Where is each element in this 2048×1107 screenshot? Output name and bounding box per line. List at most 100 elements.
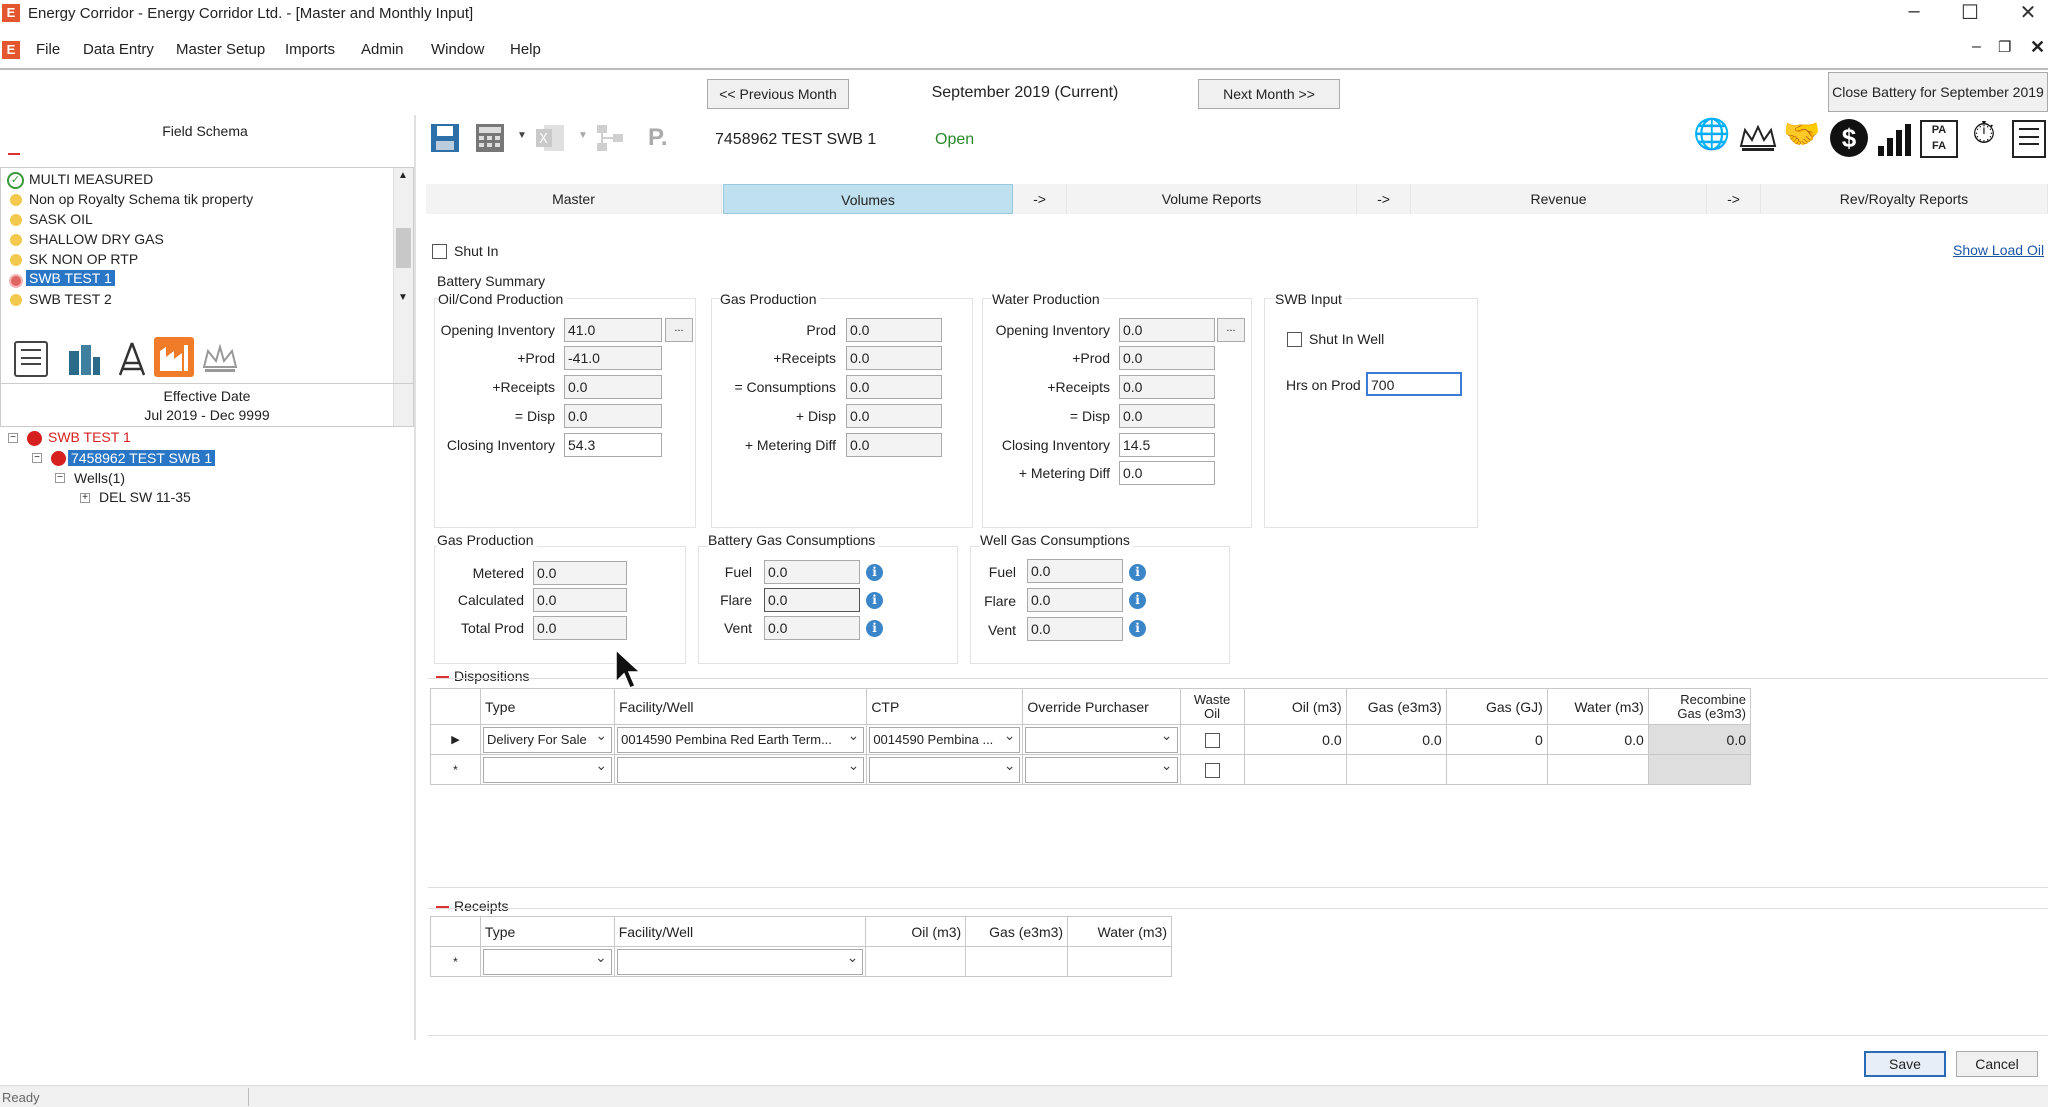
col-gas-e3m3[interactable]: Gas (e3m3)	[1345, 688, 1447, 725]
bar-chart-icon[interactable]	[1874, 120, 1914, 158]
save-disk-icon[interactable]	[429, 122, 461, 154]
wgc-flare-field[interactable]: 0.0	[1027, 588, 1123, 612]
scroll-thumb[interactable]	[396, 228, 411, 268]
type-dropdown[interactable]: Delivery For Sale	[483, 726, 613, 753]
receipts-facility-dropdown[interactable]	[616, 948, 864, 975]
cancel-button[interactable]: Cancel	[1956, 1051, 2038, 1077]
tab-volumes[interactable]: Volumes	[723, 184, 1013, 214]
gas-prod-field[interactable]: 0.0	[846, 318, 942, 342]
tab-rev-royalty-reports[interactable]: Rev/Royalty Reports	[1761, 184, 2048, 214]
receipts-gas-cell[interactable]	[965, 946, 1069, 977]
receipts-water-cell[interactable]	[1067, 946, 1172, 977]
tree-wells-node[interactable]: Wells(1)	[74, 470, 125, 486]
bgc-fuel-info-icon[interactable]: i	[866, 564, 883, 581]
menu-imports[interactable]: Imports	[285, 41, 335, 58]
gas-metered-field[interactable]: 0.0	[533, 561, 627, 585]
oil-disp-field[interactable]: 0.0	[564, 404, 662, 428]
wgc-vent-info-icon[interactable]: i	[1129, 620, 1146, 637]
tree-expand-icon[interactable]: +	[80, 493, 90, 503]
water-receipts-field[interactable]: 0.0	[1119, 375, 1215, 399]
mdi-close-icon[interactable]: ✕	[2030, 37, 2045, 58]
bgc-fuel-field[interactable]: 0.0	[764, 560, 860, 584]
crown-icon[interactable]	[200, 341, 240, 377]
schema-item-sk-non-op[interactable]: SK NON OP RTP	[29, 251, 138, 267]
facility-icon[interactable]	[66, 341, 102, 377]
schema-item-swb-test-1[interactable]: SWB TEST 1	[26, 270, 115, 286]
production-icon[interactable]	[154, 337, 194, 377]
water-cell[interactable]: 0.0	[1546, 724, 1649, 755]
oil-opening-ellipsis-button[interactable]: ...	[665, 318, 693, 342]
water-closing-field[interactable]: 14.5	[1119, 433, 1215, 457]
menu-admin[interactable]: Admin	[361, 41, 404, 58]
oil-cell-new[interactable]	[1243, 754, 1347, 785]
wgc-fuel-field[interactable]: 0.0	[1027, 559, 1123, 583]
clipboard-icon[interactable]	[2012, 120, 2046, 158]
excel-icon[interactable]: X	[534, 122, 566, 154]
receipts-col-gas[interactable]: Gas (e3m3)	[965, 916, 1069, 947]
override-purchaser-dropdown-new[interactable]	[1025, 756, 1178, 783]
close-battery-button[interactable]: Close Battery for September 2019	[1828, 72, 2048, 112]
shut-in-well-checkbox[interactable]	[1287, 332, 1302, 347]
maximize-icon[interactable]: ☐	[1950, 0, 1990, 25]
waste-oil-checkbox-new[interactable]	[1204, 762, 1220, 778]
table-row[interactable]: ▶ Delivery For Sale 0014590 Pembina Red …	[429, 724, 1752, 755]
oil-derrick-icon[interactable]	[114, 341, 150, 377]
bgc-flare-info-icon[interactable]: i	[866, 592, 883, 609]
hrs-on-prod-field[interactable]: 700	[1366, 372, 1462, 396]
waste-oil-checkbox[interactable]	[1204, 732, 1220, 748]
col-type[interactable]: Type	[480, 688, 616, 725]
bgc-vent-field[interactable]: 0.0	[764, 616, 860, 640]
col-water[interactable]: Water (m3)	[1546, 688, 1649, 725]
shut-in-checkbox[interactable]	[432, 244, 447, 259]
previous-month-button[interactable]: << Previous Month	[707, 79, 849, 109]
schema-item-sask-oil[interactable]: SASK OIL	[29, 211, 93, 227]
gas-calculated-field[interactable]: 0.0	[533, 588, 627, 612]
wgc-fuel-info-icon[interactable]: i	[1129, 564, 1146, 581]
tab-master[interactable]: Master	[426, 184, 722, 214]
gas-total-prod-field[interactable]: 0.0	[533, 616, 627, 640]
schema-item-non-op-royalty[interactable]: Non op Royalty Schema tik property	[29, 191, 253, 207]
schema-item-shallow-dry-gas[interactable]: SHALLOW DRY GAS	[29, 231, 164, 247]
oil-prod-field[interactable]: -41.0	[564, 346, 662, 370]
override-purchaser-dropdown[interactable]	[1025, 726, 1178, 753]
menu-file[interactable]: File	[36, 41, 60, 58]
show-load-oil-link[interactable]: Show Load Oil	[1953, 242, 2044, 258]
report-icon[interactable]	[14, 341, 48, 377]
gas-receipts-field[interactable]: 0.0	[846, 346, 942, 370]
water-disp-field[interactable]: 0.0	[1119, 404, 1215, 428]
col-facility-well[interactable]: Facility/Well	[614, 688, 868, 725]
col-waste-oil[interactable]: Waste Oil	[1179, 688, 1245, 725]
oil-cell[interactable]: 0.0	[1243, 724, 1347, 755]
tab-revenue[interactable]: Revenue	[1411, 184, 1707, 214]
water-opening-field[interactable]: 0.0	[1119, 318, 1215, 342]
dollar-icon[interactable]: $	[1830, 119, 1868, 157]
ctp-dropdown-new[interactable]	[869, 756, 1021, 783]
calc-dropdown-icon[interactable]: ▼	[517, 130, 527, 141]
collapse-icon[interactable]	[8, 153, 20, 155]
receipts-col-water[interactable]: Water (m3)	[1067, 916, 1172, 947]
table-row-new[interactable]: *	[429, 754, 1752, 785]
gas-consumptions-field[interactable]: 0.0	[846, 375, 942, 399]
schema-item-multi-measured[interactable]: MULTI MEASURED	[29, 171, 153, 187]
oil-opening-field[interactable]: 41.0	[564, 318, 662, 342]
gas-cell-new[interactable]	[1345, 754, 1447, 785]
excel-dropdown-icon[interactable]: ▼	[578, 130, 588, 141]
scroll-down-icon[interactable]: ▼	[398, 292, 408, 303]
type-dropdown-new[interactable]	[483, 756, 613, 783]
gas-metering-diff-field[interactable]: 0.0	[846, 433, 942, 457]
oil-receipts-field[interactable]: 0.0	[564, 375, 662, 399]
oil-closing-field[interactable]: 54.3	[564, 433, 662, 457]
wgc-flare-info-icon[interactable]: i	[1129, 592, 1146, 609]
col-ctp[interactable]: CTP	[866, 688, 1024, 725]
receipts-col-facility-well[interactable]: Facility/Well	[613, 916, 867, 947]
water-cell-new[interactable]	[1546, 754, 1649, 785]
next-month-button[interactable]: Next Month >>	[1198, 79, 1340, 109]
tab-volume-reports[interactable]: Volume Reports	[1067, 184, 1357, 214]
col-oil[interactable]: Oil (m3)	[1243, 688, 1347, 725]
water-prod-field[interactable]: 0.0	[1119, 346, 1215, 370]
receipts-row-new[interactable]: *	[430, 946, 1172, 977]
gauge-icon[interactable]: ⏱	[1964, 117, 2004, 151]
receipts-oil-cell[interactable]	[865, 946, 967, 977]
receipts-col-oil[interactable]: Oil (m3)	[865, 916, 967, 947]
tree-collapse-icon[interactable]: −	[32, 453, 42, 463]
